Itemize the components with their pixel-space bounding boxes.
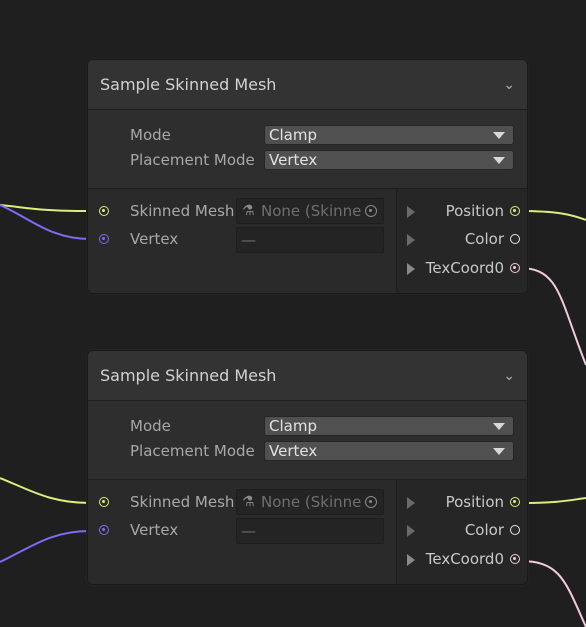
node-settings: Mode Clamp Placement Mode Vertex	[88, 110, 527, 189]
output-label-position: Position	[445, 202, 504, 220]
input-label-skinned-mesh: Skinned Mesh	[130, 493, 235, 511]
node-title: Sample Skinned Mesh	[100, 366, 277, 385]
output-port-texcoord0[interactable]	[510, 554, 520, 564]
ports-divider	[396, 480, 397, 584]
input-port-vertex[interactable]	[99, 525, 109, 535]
edge-position-out-2[interactable]	[519, 497, 586, 504]
setting-label-mode: Mode	[130, 126, 171, 144]
edge-vertex-in-2[interactable]	[0, 530, 91, 563]
expand-arrow-icon[interactable]	[407, 554, 415, 566]
mode-dropdown-value: Clamp	[269, 126, 317, 144]
node-settings: Mode Clamp Placement Mode Vertex	[88, 401, 527, 480]
skinned-mesh-field-value: None (Skinne	[261, 493, 361, 511]
mode-dropdown-value: Clamp	[269, 417, 317, 435]
expand-arrow-icon[interactable]	[407, 206, 415, 218]
input-label-vertex: Vertex	[130, 230, 179, 248]
edge-position-out-1[interactable]	[519, 210, 586, 221]
vertex-field[interactable]: —	[236, 227, 384, 253]
vertex-field-value: —	[241, 231, 256, 249]
output-port-texcoord0[interactable]	[510, 263, 520, 273]
expand-arrow-icon[interactable]	[407, 234, 415, 246]
input-port-skinned-mesh[interactable]	[99, 497, 109, 507]
output-port-color[interactable]	[510, 525, 520, 535]
edge-position-in-2[interactable]	[0, 477, 91, 504]
placement-mode-dropdown[interactable]: Vertex	[264, 441, 514, 461]
edge-texcoord-out-1[interactable]	[519, 267, 586, 366]
skinned-mesh-field-value: None (Skinne	[261, 202, 361, 220]
mode-dropdown[interactable]: Clamp	[264, 416, 514, 436]
output-label-position: Position	[445, 493, 504, 511]
skinned-mesh-object-field[interactable]: ⚗ None (Skinne	[236, 198, 384, 224]
expand-arrow-icon[interactable]	[407, 525, 415, 537]
edge-position-in-1[interactable]	[0, 204, 91, 212]
expand-arrow-icon[interactable]	[407, 263, 415, 275]
output-label-color: Color	[464, 230, 504, 248]
vertex-field[interactable]: —	[236, 518, 384, 544]
input-port-skinned-mesh[interactable]	[99, 206, 109, 216]
output-label-texcoord0: TexCoord0	[425, 259, 504, 277]
chevron-down-icon[interactable]: ⌄	[503, 77, 515, 93]
node-header[interactable]: Sample Skinned Mesh ⌄	[88, 60, 527, 110]
dropdown-arrow-icon	[493, 448, 505, 455]
placement-mode-dropdown[interactable]: Vertex	[264, 150, 514, 170]
node-ports: Skinned Mesh ⚗ None (Skinne Vertex — Pos…	[88, 480, 527, 584]
input-port-vertex[interactable]	[99, 234, 109, 244]
output-label-color: Color	[464, 521, 504, 539]
skinned-mesh-icon: ⚗	[242, 203, 255, 219]
chevron-down-icon[interactable]: ⌄	[503, 368, 515, 384]
placement-mode-dropdown-value: Vertex	[269, 151, 318, 169]
skinned-mesh-icon: ⚗	[242, 494, 255, 510]
skinned-mesh-object-field[interactable]: ⚗ None (Skinne	[236, 489, 384, 515]
node-header[interactable]: Sample Skinned Mesh ⌄	[88, 351, 527, 401]
ports-divider	[396, 189, 397, 293]
node-title: Sample Skinned Mesh	[100, 75, 277, 94]
edge-texcoord-out-2[interactable]	[519, 560, 586, 627]
setting-label-mode: Mode	[130, 417, 171, 435]
output-port-color[interactable]	[510, 234, 520, 244]
dropdown-arrow-icon	[493, 132, 505, 139]
object-picker-icon[interactable]	[365, 205, 377, 217]
dropdown-arrow-icon	[493, 423, 505, 430]
output-port-position[interactable]	[510, 497, 520, 507]
object-picker-icon[interactable]	[365, 496, 377, 508]
node-ports: Skinned Mesh ⚗ None (Skinne Vertex — Pos…	[88, 189, 527, 293]
input-label-vertex: Vertex	[130, 521, 179, 539]
vertex-field-value: —	[241, 522, 256, 540]
expand-arrow-icon[interactable]	[407, 497, 415, 509]
graph-canvas[interactable]: Sample Skinned Mesh ⌄ Mode Clamp Placeme…	[0, 0, 586, 627]
placement-mode-dropdown-value: Vertex	[269, 442, 318, 460]
mode-dropdown[interactable]: Clamp	[264, 125, 514, 145]
setting-label-placement-mode: Placement Mode	[130, 442, 255, 460]
setting-label-placement-mode: Placement Mode	[130, 151, 255, 169]
dropdown-arrow-icon	[493, 157, 505, 164]
input-label-skinned-mesh: Skinned Mesh	[130, 202, 235, 220]
sample-skinned-mesh-node[interactable]: Sample Skinned Mesh ⌄ Mode Clamp Placeme…	[87, 350, 528, 585]
sample-skinned-mesh-node[interactable]: Sample Skinned Mesh ⌄ Mode Clamp Placeme…	[87, 59, 528, 294]
output-port-position[interactable]	[510, 206, 520, 216]
output-label-texcoord0: TexCoord0	[425, 550, 504, 568]
